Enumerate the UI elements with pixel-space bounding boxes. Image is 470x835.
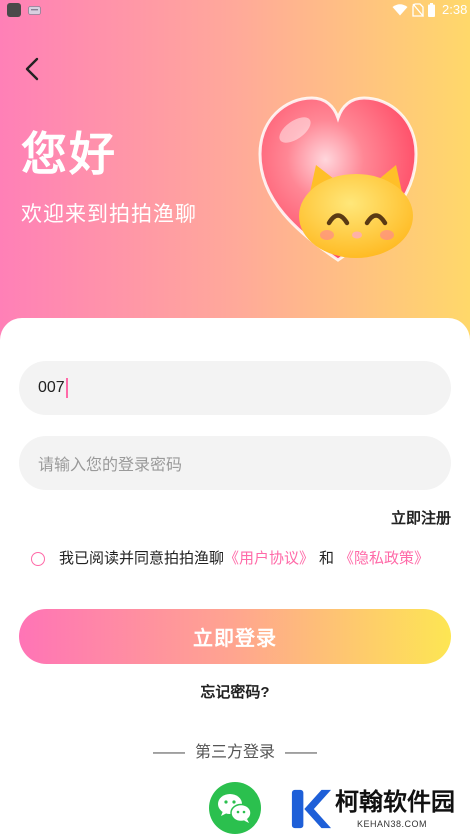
status-time: 2:38 — [442, 2, 468, 17]
text-cursor — [65, 378, 68, 398]
register-link[interactable]: 立即注册 — [391, 509, 451, 529]
agreement-conjunction: 和 — [319, 550, 335, 567]
account-input[interactable]: 007 — [19, 361, 451, 415]
forgot-password-link[interactable]: 忘记密码? — [200, 684, 269, 701]
game-notification-icon — [28, 6, 41, 15]
no-sim-icon — [412, 3, 424, 17]
wifi-icon — [392, 4, 408, 16]
privacy-policy-link[interactable]: 《隐私政策》 — [339, 550, 429, 567]
forgot-password-row: 忘记密码? — [0, 683, 470, 703]
divider-dash-right: —— — [285, 744, 317, 761]
chevron-left-icon[interactable] — [22, 56, 42, 82]
welcome-subtitle: 欢迎来到拍拍渔聊 — [21, 203, 197, 226]
app-notification-icon — [7, 3, 21, 17]
greeting-title: 您好 — [21, 128, 117, 180]
cat-face — [299, 165, 413, 258]
agreement-checkbox[interactable] — [31, 552, 45, 566]
agreement-prefix: 我已阅读并同意拍拍渔聊 — [59, 550, 225, 567]
account-value: 007 — [38, 379, 65, 396]
agreement-text: 我已阅读并同意拍拍渔聊《用户协议》和《隐私政策》 — [59, 550, 429, 568]
watermark-site: KEHAN38.COM — [357, 819, 428, 829]
third-party-label: 第三方登录 — [194, 744, 275, 761]
battery-icon — [428, 3, 435, 17]
watermark-brand: 柯翰软件园 — [335, 789, 455, 816]
password-input[interactable]: 请输入您的登录密码 — [19, 436, 451, 490]
login-button[interactable]: 立即登录 — [19, 609, 451, 664]
k-logo-icon — [291, 789, 332, 829]
login-button-label: 立即登录 — [193, 628, 277, 650]
wechat-icon[interactable] — [209, 782, 261, 834]
heart-cat-illustration — [258, 96, 418, 262]
user-agreement-link[interactable]: 《用户协议》 — [224, 550, 314, 567]
divider-dash-left: —— — [152, 744, 185, 761]
third-party-divider: —— 第三方登录 —— — [0, 743, 470, 763]
password-placeholder: 请输入您的登录密码 — [38, 457, 183, 474]
